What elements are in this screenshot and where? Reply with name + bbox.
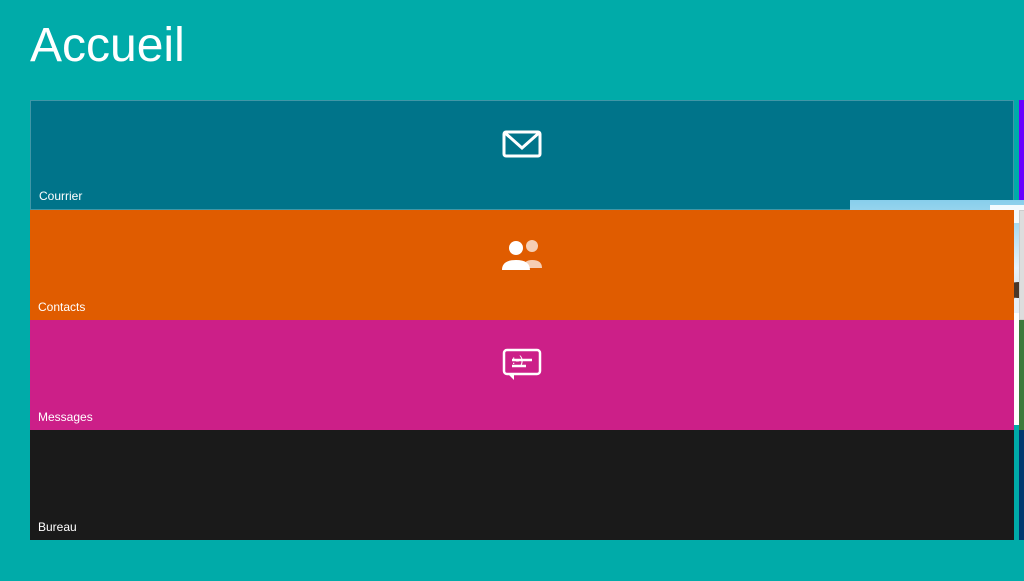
tile-row-2: Contacts Photos SkyDrive: [30, 210, 1014, 320]
tile-ie[interactable]: Internet Explorer: [1019, 430, 1024, 540]
tile-calendrier[interactable]: Calendrier: [1019, 100, 1024, 210]
bureau-label: Bureau: [38, 520, 77, 534]
courrier-label: Courrier: [39, 189, 82, 203]
tile-finance[interactable]: S&P TSX COMPOSITE 12 265,02 ▼ -0,26% (-3…: [1019, 320, 1024, 430]
svg-text::-): :-): [512, 353, 523, 367]
tile-contacts[interactable]: Contacts: [30, 210, 1014, 320]
tile-row-1: Courrier Calendrier: [30, 100, 1014, 210]
contacts-label: Contacts: [38, 300, 85, 314]
tile-bureau[interactable]: Bureau: [30, 430, 1014, 540]
messages-label: Messages: [38, 410, 93, 424]
tile-courrier[interactable]: Courrier: [30, 100, 1014, 210]
tile-grid: Courrier Calendrier: [30, 100, 1014, 540]
tile-row-3: :-) Messages S&P TSX COMPOSITE 12 265,02…: [30, 320, 1014, 430]
tile-messages[interactable]: :-) Messages: [30, 320, 1014, 430]
page-title: Accueil: [30, 18, 185, 73]
tile-row-4: Bureau Internet Explorer: [30, 430, 1014, 540]
tile-photos[interactable]: Photos: [1019, 210, 1024, 320]
